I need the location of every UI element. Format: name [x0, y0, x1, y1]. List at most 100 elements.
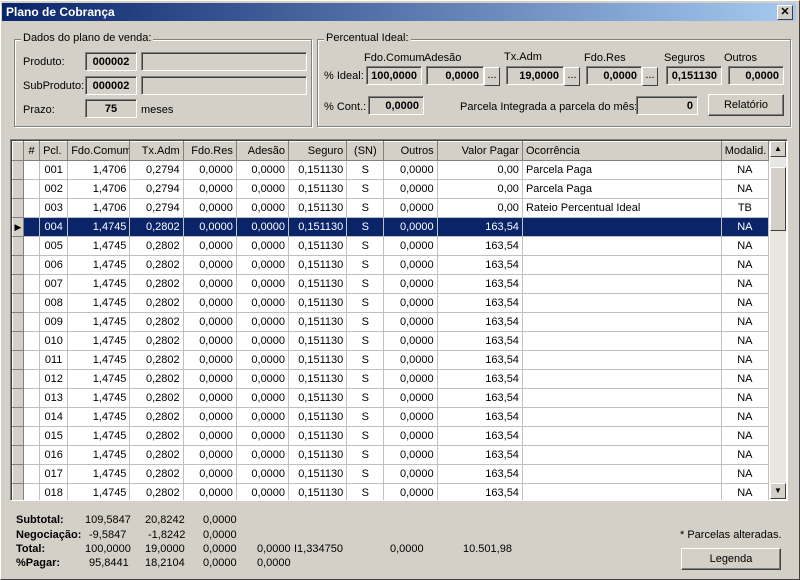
cell-adesao[interactable]: 0,0000 — [236, 350, 290, 370]
cell-seguro[interactable]: 0,151130 — [288, 369, 348, 389]
table-row[interactable]: 017 1,4745 0,2802 0,0000 0,0000 0,151130 S 0,00… — [11, 464, 770, 484]
cell-valor-pagar[interactable]: 163,54 — [437, 274, 523, 294]
ideal-tx-adm-field[interactable]: 19,0000 — [506, 66, 564, 85]
cell-tx-adm[interactable]: 0,2802 — [129, 407, 184, 427]
cell-fdo-comum[interactable]: 1,4745 — [67, 483, 131, 500]
cell-modalid[interactable]: NA — [721, 388, 770, 408]
cell-ocorrencia[interactable]: Parcela Paga — [522, 179, 722, 199]
cell-seguro[interactable]: 0,151130 — [288, 445, 348, 465]
cell-valor-pagar[interactable]: 163,54 — [437, 293, 523, 313]
cell-hash[interactable] — [23, 331, 41, 351]
cell-tx-adm[interactable]: 0,2794 — [129, 198, 184, 218]
cell-tx-adm[interactable]: 0,2802 — [129, 312, 184, 332]
cell-pcl[interactable]: 016 — [39, 445, 69, 465]
cell-fdo-res[interactable]: 0,0000 — [183, 388, 237, 408]
cell-fdo-comum[interactable]: 1,4745 — [67, 293, 131, 313]
scroll-thumb[interactable] — [770, 167, 786, 231]
cell-adesao[interactable]: 0,0000 — [236, 274, 290, 294]
cell-fdo-res[interactable]: 0,0000 — [183, 255, 237, 275]
cell-tx-adm[interactable]: 0,2802 — [129, 388, 184, 408]
cell-fdo-comum[interactable]: 1,4706 — [67, 179, 131, 199]
cell-sn[interactable]: S — [346, 274, 385, 294]
cell-valor-pagar[interactable]: 163,54 — [437, 350, 523, 370]
cell-fdo-res[interactable]: 0,0000 — [183, 350, 237, 370]
cell-fdo-res[interactable]: 0,0000 — [183, 312, 237, 332]
row-indicator[interactable] — [11, 274, 25, 294]
cell-ocorrencia[interactable] — [522, 407, 722, 427]
cell-valor-pagar[interactable]: 163,54 — [437, 312, 523, 332]
cell-pcl[interactable]: 017 — [39, 464, 69, 484]
grid-header-outros[interactable]: Outros — [383, 141, 438, 161]
cell-seguro[interactable]: 0,151130 — [288, 312, 348, 332]
cell-pcl[interactable]: 010 — [39, 331, 69, 351]
cell-outros[interactable]: 0,0000 — [383, 369, 438, 389]
cell-seguro[interactable]: 0,151130 — [288, 388, 348, 408]
cell-outros[interactable]: 0,0000 — [383, 445, 438, 465]
cell-adesao[interactable]: 0,0000 — [236, 483, 290, 500]
cell-modalid[interactable]: NA — [721, 350, 770, 370]
cell-modalid[interactable]: NA — [721, 274, 770, 294]
cell-tx-adm[interactable]: 0,2802 — [129, 464, 184, 484]
cell-hash[interactable] — [23, 255, 41, 275]
cell-modalid[interactable]: NA — [721, 217, 770, 237]
table-row[interactable]: 008 1,4745 0,2802 0,0000 0,0000 0,151130 S 0,00… — [11, 293, 770, 313]
cell-sn[interactable]: S — [346, 198, 385, 218]
cell-fdo-res[interactable]: 0,0000 — [183, 160, 237, 180]
cell-hash[interactable] — [23, 388, 41, 408]
cell-hash[interactable] — [23, 236, 41, 256]
cell-ocorrencia[interactable] — [522, 293, 722, 313]
ideal-outros-field[interactable]: 0,0000 — [728, 66, 784, 85]
cell-seguro[interactable]: 0,151130 — [288, 274, 348, 294]
cell-tx-adm[interactable]: 0,2802 — [129, 217, 184, 237]
cell-sn[interactable]: S — [346, 312, 385, 332]
subproduto-field[interactable]: 000002 — [85, 76, 137, 95]
grid-header-tx-adm[interactable]: Tx.Adm — [129, 141, 184, 161]
cell-valor-pagar[interactable]: 163,54 — [437, 426, 523, 446]
cell-modalid[interactable]: TB — [721, 198, 770, 218]
cell-sn[interactable]: S — [346, 388, 385, 408]
cell-pcl[interactable]: 001 — [39, 160, 69, 180]
cell-outros[interactable]: 0,0000 — [383, 426, 438, 446]
cell-modalid[interactable]: NA — [721, 445, 770, 465]
cell-hash[interactable] — [23, 464, 41, 484]
grid-header-sn[interactable]: (SN) — [346, 141, 385, 161]
cell-ocorrencia[interactable] — [522, 445, 722, 465]
cell-tx-adm[interactable]: 0,2802 — [129, 369, 184, 389]
parcela-integrada-field[interactable]: 0 — [636, 96, 698, 115]
cell-sn[interactable]: S — [346, 179, 385, 199]
close-icon[interactable]: ✕ — [780, 6, 789, 18]
cell-seguro[interactable]: 0,151130 — [288, 255, 348, 275]
table-row[interactable]: 009 1,4745 0,2802 0,0000 0,0000 0,151130 S 0,00… — [11, 312, 770, 332]
cell-sn[interactable]: S — [346, 160, 385, 180]
cell-valor-pagar[interactable]: 163,54 — [437, 255, 523, 275]
cell-fdo-comum[interactable]: 1,4745 — [67, 426, 131, 446]
cell-valor-pagar[interactable]: 0,00 — [437, 179, 523, 199]
cell-seguro[interactable]: 0,151130 — [288, 407, 348, 427]
cell-tx-adm[interactable]: 0,2802 — [129, 483, 184, 500]
cell-ocorrencia[interactable] — [522, 464, 722, 484]
cell-outros[interactable]: 0,0000 — [383, 407, 438, 427]
cell-hash[interactable] — [23, 350, 41, 370]
cell-adesao[interactable]: 0,0000 — [236, 217, 290, 237]
cell-pcl[interactable]: 007 — [39, 274, 69, 294]
cell-sn[interactable]: S — [346, 350, 385, 370]
cell-seguro[interactable]: 0,151130 — [288, 350, 348, 370]
cell-pcl[interactable]: 009 — [39, 312, 69, 332]
cell-ocorrencia[interactable]: Rateio Percentual Ideal — [522, 198, 722, 218]
cell-hash[interactable] — [23, 483, 41, 500]
ideal-fdo-comum-field[interactable]: 100,0000 — [366, 66, 422, 85]
cell-modalid[interactable]: NA — [721, 483, 770, 500]
row-indicator[interactable] — [11, 293, 25, 313]
cell-adesao[interactable]: 0,0000 — [236, 236, 290, 256]
cell-sn[interactable]: S — [346, 483, 385, 500]
cell-seguro[interactable]: 0,151130 — [288, 293, 348, 313]
cell-sn[interactable]: S — [346, 445, 385, 465]
table-row[interactable]: 014 1,4745 0,2802 0,0000 0,0000 0,151130 S 0,00… — [11, 407, 770, 427]
cell-hash[interactable] — [23, 160, 41, 180]
cell-fdo-res[interactable]: 0,0000 — [183, 331, 237, 351]
cell-pcl[interactable]: 011 — [39, 350, 69, 370]
cell-modalid[interactable]: NA — [721, 160, 770, 180]
scroll-down-button[interactable]: ▼ — [770, 483, 786, 499]
cell-sn[interactable]: S — [346, 464, 385, 484]
cell-seguro[interactable]: 0,151130 — [288, 464, 348, 484]
